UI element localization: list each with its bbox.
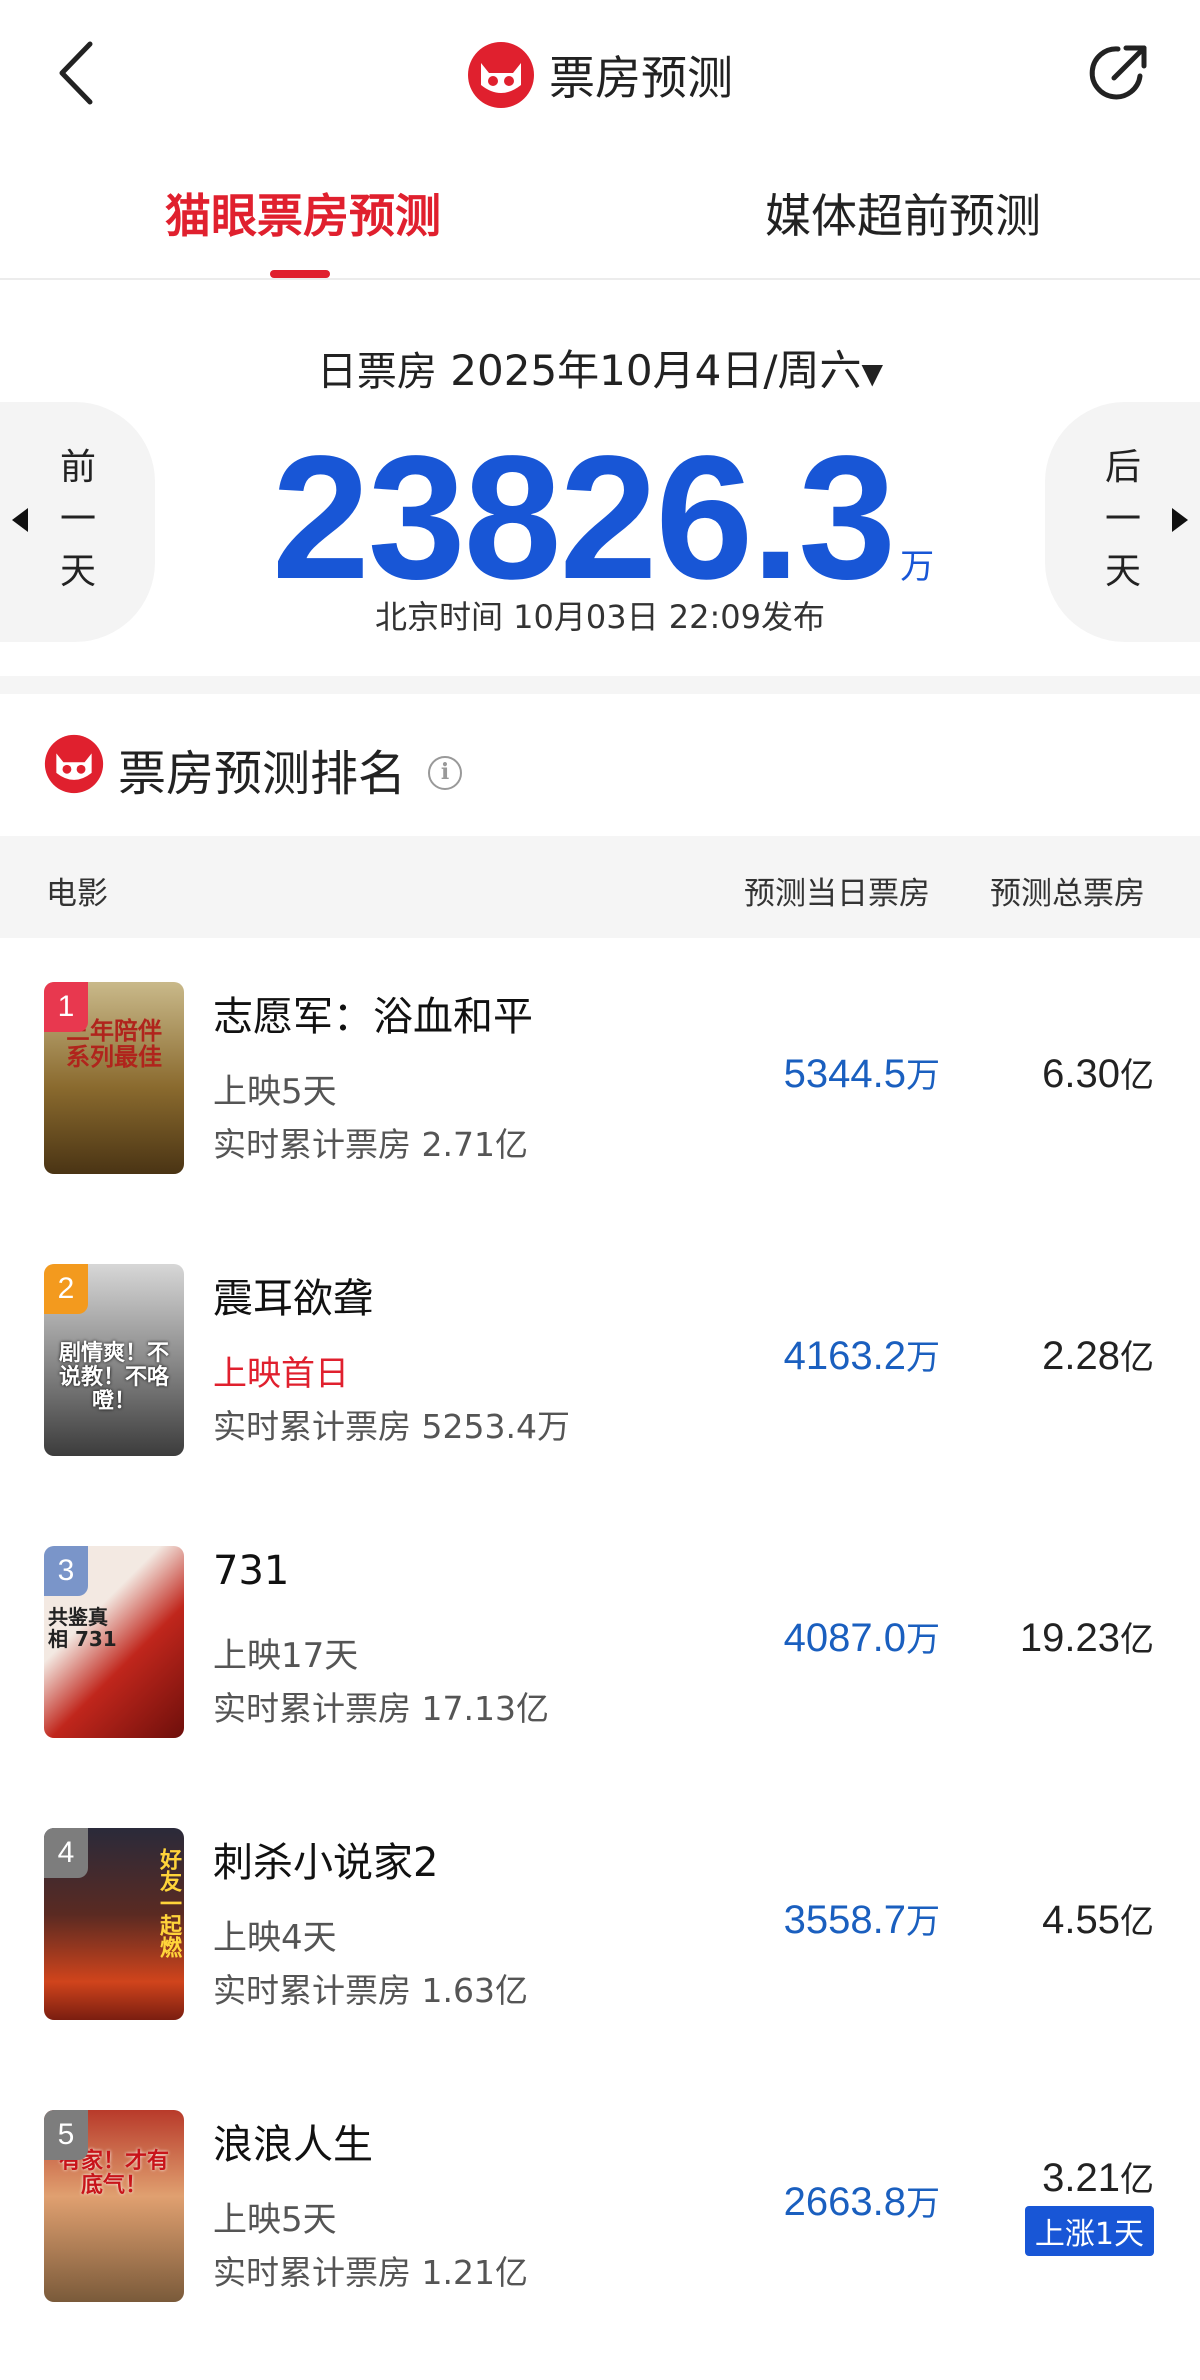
movie-row[interactable]: 有家！才有底气！ 5 浪浪人生 上映5天 实时累计票房 1.21亿 2663.8… [0, 2066, 1200, 2348]
movie-title: 志愿军：浴血和平 [213, 994, 533, 1040]
movie-row[interactable]: 好友一起燃 4 刺杀小说家2 上映4天 实时累计票房 1.63亿 3558.7万… [0, 1784, 1200, 2066]
date-value: 2025年10月4日/周六 [450, 346, 862, 395]
poster-caption: 好友一起燃 [156, 1848, 181, 1958]
day-forecast-value: 2663.8 [783, 2180, 906, 2224]
box-office-amount: 23826.3 [271, 420, 896, 616]
active-tab-indicator [270, 270, 330, 278]
info-icon[interactable]: i [428, 756, 462, 790]
arrow-right-icon [1172, 508, 1188, 532]
release-days: 上映首日 [213, 1354, 349, 1394]
next-day-button[interactable]: 后 一 天 [1045, 402, 1200, 642]
total-forecast: 19.23亿 [1020, 1612, 1154, 1661]
rank-badge: 4 [44, 1828, 88, 1878]
day-forecast-value: 4087.0 [783, 1616, 906, 1660]
movie-row[interactable]: 剧情爽！不说教！不咯噔！ 2 震耳欲聋 上映首日 实时累计票房 5253.4万 … [0, 1220, 1200, 1502]
release-days: 上映4天 [213, 1918, 337, 1958]
prev-day-char: 天 [59, 551, 96, 592]
cat-eye-logo-icon [44, 734, 104, 794]
daily-box-office: 日票房 2025年10月4日/周六▼ 23826.3 万 北京时间 10月03日 … [0, 282, 1200, 682]
rank-badge: 5 [44, 2110, 88, 2160]
movie-title: 浪浪人生 [213, 2122, 373, 2168]
ranking-header: 票房预测排名 i [0, 694, 1200, 834]
caret-down-icon: ▼ [861, 357, 884, 390]
day-forecast-value: 3558.7 [783, 1898, 906, 1942]
total-forecast-unit: 亿 [1120, 1338, 1154, 1378]
previous-day-button[interactable]: 前 一 天 [0, 402, 155, 642]
rank-badge: 1 [44, 982, 88, 1032]
total-forecast-value: 19.23 [1019, 1616, 1120, 1660]
total-forecast-value: 2.28 [1042, 1334, 1120, 1378]
trend-tag: 上涨1天 [1024, 2206, 1154, 2256]
poster-caption: 共鉴真相 731 [48, 1605, 117, 1651]
cumulative-box-office: 实时累计票房 5253.4万 [213, 1407, 570, 1446]
top-bar: 票房预测 [0, 0, 1200, 150]
tab-bar: 猫眼票房预测 媒体超前预测 [0, 160, 1200, 280]
poster-caption: 剧情爽！不说教！不咯噔！ [58, 1341, 169, 1415]
total-forecast: 6.30亿 [1042, 1048, 1154, 1097]
page-title: 票房预测 [549, 51, 733, 105]
day-forecast: 4087.0万 [784, 1612, 940, 1661]
day-forecast: 2663.8万 [784, 2176, 940, 2225]
movie-title: 731 [213, 1548, 290, 1594]
share-button[interactable] [1086, 40, 1152, 106]
next-day-char: 后 [1104, 447, 1141, 488]
column-header: 电影 预测当日票房 预测总票房 [0, 836, 1200, 938]
cumulative-box-office: 实时累计票房 2.71亿 [213, 1125, 528, 1164]
day-forecast-unit: 万 [906, 1056, 940, 1096]
rank-badge: 2 [44, 1264, 88, 1314]
column-movie: 电影 [46, 876, 108, 912]
movie-list: 三年陪伴 系列最佳 1 志愿军：浴血和平 上映5天 实时累计票房 2.71亿 5… [0, 938, 1200, 2348]
day-forecast-unit: 万 [906, 1902, 940, 1942]
total-forecast-unit: 亿 [1120, 1902, 1154, 1942]
day-forecast: 4163.2万 [784, 1330, 940, 1379]
day-forecast-unit: 万 [906, 2184, 940, 2224]
total-forecast: 3.21亿 [1042, 2152, 1154, 2201]
ranking-title: 票房预测排名 [118, 746, 407, 802]
cumulative-box-office: 实时累计票房 1.21亿 [213, 2253, 528, 2292]
total-forecast: 2.28亿 [1042, 1330, 1154, 1379]
rank-badge: 3 [44, 1546, 88, 1596]
next-day-char: 一 [1104, 499, 1141, 540]
day-forecast-unit: 万 [906, 1620, 940, 1660]
cat-eye-logo-icon [468, 42, 534, 108]
tab-media-forecast[interactable]: 媒体超前预测 [765, 180, 1041, 246]
day-forecast-value: 5344.5 [783, 1052, 906, 1096]
cumulative-box-office: 实时累计票房 1.63亿 [213, 1971, 528, 2010]
prev-day-char: 一 [59, 499, 96, 540]
column-day-forecast[interactable]: 预测当日票房 [744, 868, 930, 913]
day-forecast-unit: 万 [906, 1338, 940, 1378]
share-icon [1089, 45, 1147, 100]
movie-row[interactable]: 三年陪伴 系列最佳 1 志愿军：浴血和平 上映5天 实时累计票房 2.71亿 5… [0, 938, 1200, 1220]
total-forecast-value: 3.21 [1042, 2156, 1120, 2200]
release-days: 上映5天 [213, 2200, 337, 2240]
day-forecast: 5344.5万 [784, 1048, 940, 1097]
day-forecast-value: 4163.2 [783, 1334, 906, 1378]
release-days: 上映5天 [213, 1072, 337, 1112]
tab-maoyan-forecast[interactable]: 猫眼票房预测 [165, 180, 441, 246]
movie-title: 震耳欲聋 [213, 1276, 373, 1322]
movie-row[interactable]: 共鉴真相 731 3 731 上映17天 实时累计票房 17.13亿 4087.… [0, 1502, 1200, 1784]
column-total-forecast[interactable]: 预测总票房 [990, 868, 1145, 913]
publish-time: 北京时间 10月03日 22:09发布 [374, 598, 825, 636]
section-divider [0, 676, 1200, 694]
prev-day-char: 前 [59, 447, 96, 488]
daily-label: 日票房 [316, 349, 437, 395]
total-forecast-unit: 亿 [1120, 1056, 1154, 1096]
box-office-unit: 万 [900, 547, 935, 587]
arrow-left-icon [12, 508, 28, 532]
release-days: 上映17天 [213, 1636, 359, 1676]
total-forecast-unit: 亿 [1120, 1620, 1154, 1660]
cumulative-box-office: 实时累计票房 17.13亿 [213, 1689, 549, 1728]
total-forecast-unit: 亿 [1120, 2160, 1154, 2200]
box-office-total: 23826.3 万 [0, 417, 1200, 619]
total-forecast: 4.55亿 [1042, 1894, 1154, 1943]
total-forecast-value: 6.30 [1042, 1052, 1120, 1096]
total-forecast-value: 4.55 [1042, 1898, 1120, 1942]
day-forecast: 3558.7万 [784, 1894, 940, 1943]
next-day-char: 天 [1104, 551, 1141, 592]
date-selector[interactable]: 日票房 2025年10月4日/周六▼ [0, 337, 1200, 398]
movie-title: 刺杀小说家2 [213, 1840, 439, 1886]
